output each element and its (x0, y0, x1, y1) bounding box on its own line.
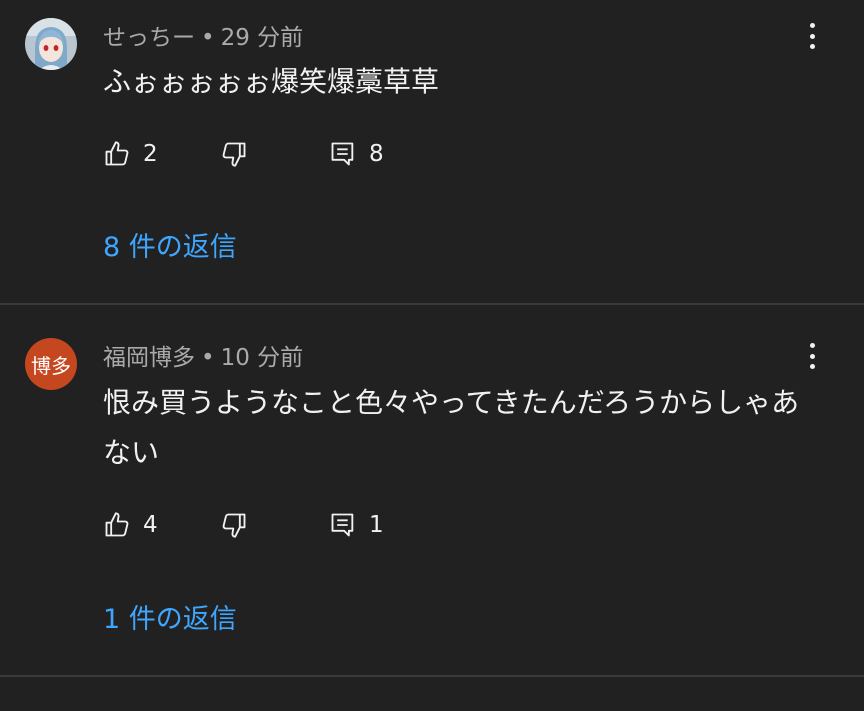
reply-comment-icon (331, 513, 354, 537)
anime-character-avatar-icon (25, 18, 77, 70)
thumbs-down-icon (222, 142, 246, 167)
avatar[interactable]: 博多 (25, 338, 77, 390)
comment-meta: 福岡博多 • 10 分前 (103, 338, 303, 372)
reply-count: 1 (369, 512, 384, 538)
like-count: 2 (143, 141, 158, 167)
meta-separator: • (201, 25, 215, 51)
thumbs-up-icon (105, 141, 129, 166)
thumbs-down-icon (222, 513, 246, 538)
like-count: 4 (143, 512, 158, 538)
thumbs-up-icon (105, 512, 129, 537)
meta-separator: • (201, 345, 215, 371)
reply-button[interactable]: 1 (329, 510, 384, 540)
comment-divider (0, 675, 864, 677)
dislike-button[interactable] (220, 139, 248, 169)
dislike-button[interactable] (220, 510, 248, 540)
comment-actions: 4 1 (103, 510, 503, 540)
reply-button[interactable]: 8 (329, 139, 384, 169)
comment-time: 10 分前 (220, 345, 304, 371)
author-name[interactable]: せっちー (103, 25, 195, 51)
comment-text: ふぉぉぉぉぉ爆笑爆藁草草 (103, 65, 440, 98)
comment-meta: せっちー • 29 分前 (103, 18, 303, 52)
view-replies-link[interactable]: 8 件の返信 (103, 225, 237, 264)
comment-item: せっちー • 29 分前 ふぉぉぉぉぉ爆笑爆藁草草 2 8 8 件の返信 (0, 0, 864, 303)
reply-comment-icon (331, 142, 354, 166)
more-vert-icon[interactable] (800, 21, 824, 51)
comment-time: 29 分前 (220, 25, 304, 51)
like-button[interactable]: 4 (103, 510, 158, 540)
more-vert-icon[interactable] (800, 341, 824, 371)
author-name[interactable]: 福岡博多 (103, 345, 195, 371)
comment-text: 恨み買うようなこと色々やってきたんだろうからしゃあない (103, 386, 800, 469)
comment-item: 博多 福岡博多 • 10 分前 恨み買うようなこと色々やってきたんだろうからしゃあな… (0, 305, 864, 675)
avatar[interactable] (25, 18, 77, 70)
comment-actions: 2 8 (103, 139, 503, 169)
view-replies-link[interactable]: 1 件の返信 (103, 597, 237, 636)
like-button[interactable]: 2 (103, 139, 158, 169)
reply-count: 8 (369, 141, 384, 167)
